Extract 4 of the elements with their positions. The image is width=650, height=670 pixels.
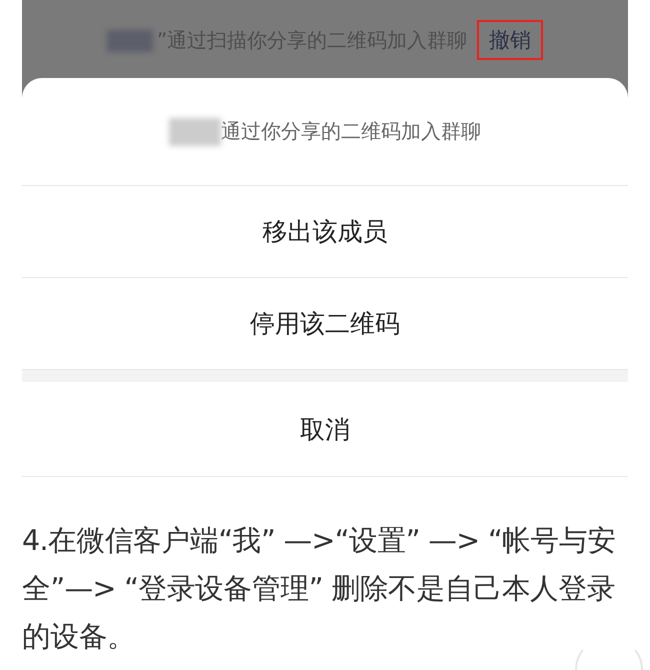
sheet-title: 通过你分享的二维码加入群聊 xyxy=(221,118,481,145)
article-paragraph: 4.在微信客户端“我” —>“设置” —> “帐号与安全”—> “登录设备管理” 删除不是自己本人登录的设备。 xyxy=(22,523,617,655)
redacted-name xyxy=(169,118,221,146)
redacted-name xyxy=(106,30,153,52)
